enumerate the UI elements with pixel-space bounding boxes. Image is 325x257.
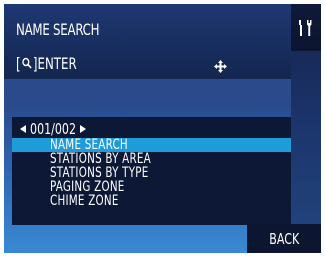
menu-item-chime-zone[interactable]: CHIME ZONE [12, 194, 291, 208]
enter-label: ]ENTER [32, 54, 77, 73]
header-panel: NAME SEARCH [ ]ENTER [4, 4, 291, 79]
menu-item-stations-by-type[interactable]: STATIONS BY TYPE [12, 166, 291, 180]
tools-button[interactable] [291, 4, 321, 51]
back-button[interactable]: BACK [247, 224, 321, 253]
search-enter-hint[interactable]: [ ]ENTER [16, 54, 77, 73]
move-cursor-icon [214, 58, 227, 77]
side-panel [291, 4, 321, 253]
menu-item-stations-by-area[interactable]: STATIONS BY AREA [12, 152, 291, 166]
menu-item-paging-zone[interactable]: PAGING ZONE [12, 180, 291, 194]
device-screen: NAME SEARCH [ ]ENTER 001/002 NAME SEARCH… [4, 4, 321, 253]
search-icon [21, 54, 33, 73]
page-number: 001/002 [30, 120, 77, 138]
menu-list: 001/002 NAME SEARCH STATIONS BY AREA STA… [12, 117, 291, 225]
page-indicator: 001/002 [18, 120, 88, 138]
menu-item-name-search[interactable]: NAME SEARCH [12, 138, 291, 152]
page-prev-button[interactable] [18, 120, 28, 138]
page-next-button[interactable] [78, 120, 88, 138]
page-title: NAME SEARCH [16, 20, 100, 39]
menu-items: NAME SEARCH STATIONS BY AREA STATIONS BY… [12, 138, 291, 208]
